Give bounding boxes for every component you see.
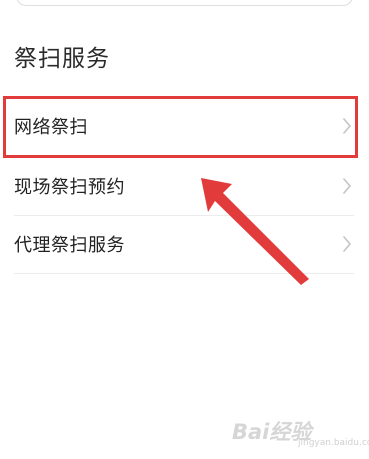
row-label: 代理祭扫服务 (14, 235, 125, 256)
watermark-logo: Bai经验 jingyan.baidu.com (232, 410, 369, 450)
watermark-subtext: jingyan.baidu.com (298, 438, 369, 448)
chevron-right-icon (343, 236, 351, 252)
section-title: 祭扫服务 (14, 46, 110, 72)
chevron-right-icon (343, 118, 351, 134)
row-online-memorial[interactable]: 网络祭扫 (14, 96, 354, 156)
chevron-right-icon (343, 178, 351, 194)
row-proxy-memorial-service[interactable]: 代理祭扫服务 (14, 214, 354, 274)
row-onsite-appointment[interactable]: 现场祭扫预约 (14, 156, 354, 216)
row-label: 网络祭扫 (14, 117, 88, 138)
row-label: 现场祭扫预约 (14, 177, 125, 198)
watermark-text: Bai经验 (232, 420, 312, 444)
top-card-edge (16, 0, 353, 6)
row-divider (14, 273, 354, 274)
